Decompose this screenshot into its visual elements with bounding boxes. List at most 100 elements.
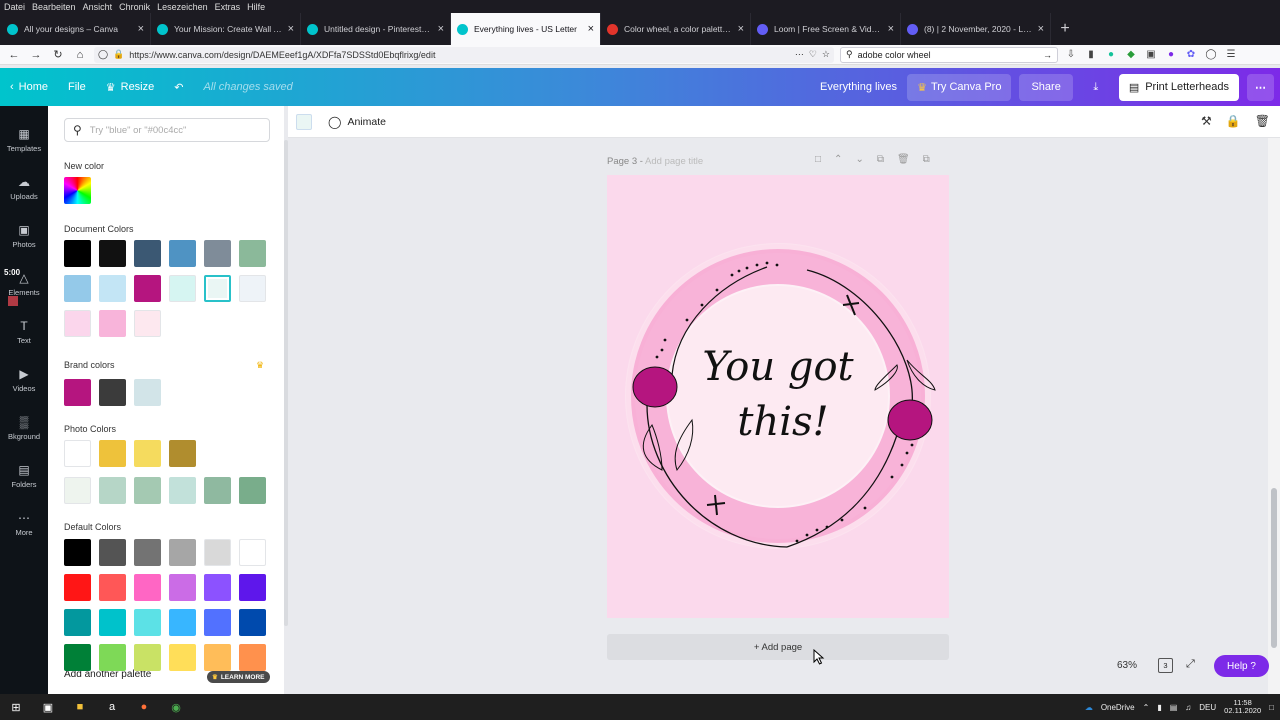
file-menu-button[interactable]: File [58, 68, 96, 106]
browser-tab[interactable]: All your designs – Canva × [1, 13, 151, 45]
browser-tab[interactable]: Color wheel, a color palette ge × [601, 13, 751, 45]
color-swatch[interactable] [64, 275, 91, 302]
extension-loom-icon[interactable]: ✿ [1184, 48, 1198, 62]
tray-expand-icon[interactable]: ⌃ [1143, 703, 1150, 712]
color-swatch[interactable] [169, 574, 196, 601]
extension-shield-icon[interactable]: ◆ [1124, 48, 1138, 62]
color-swatch[interactable] [169, 609, 196, 636]
battery-icon[interactable]: ▮ [1157, 703, 1161, 712]
fullscreen-icon[interactable]: ⤢ [1186, 658, 1195, 671]
color-swatch[interactable] [134, 539, 161, 566]
downloads-icon[interactable]: ⇩ [1064, 48, 1078, 62]
color-swatch[interactable] [99, 379, 126, 406]
design-text-line2[interactable]: this! [737, 399, 828, 445]
design-page[interactable]: You got this! [607, 175, 949, 618]
color-swatch[interactable] [99, 574, 126, 601]
color-swatch[interactable] [99, 477, 126, 504]
forward-icon[interactable]: → [28, 47, 44, 63]
color-swatch[interactable] [239, 644, 266, 671]
rail-item-uploads[interactable]: ☁ Uploads [0, 164, 48, 212]
undo-button[interactable]: ↶ [164, 68, 193, 106]
color-swatch[interactable] [64, 310, 91, 337]
os-menu-item[interactable]: Lesezeichen [157, 2, 208, 12]
animate-button[interactable]: ◯ Animate [328, 115, 386, 129]
chrome-icon[interactable]: ◉ [160, 694, 192, 720]
color-swatch[interactable] [204, 240, 231, 267]
more-options-button[interactable]: ⋯ [1247, 73, 1274, 101]
amazon-icon[interactable]: a [96, 694, 128, 720]
trash-icon[interactable]: 🗑 [1255, 114, 1270, 128]
download-button[interactable]: ⤓ [1081, 74, 1111, 101]
paint-roller-icon[interactable]: ⚒ [1201, 114, 1212, 128]
pocket-icon[interactable]: ♡ [809, 49, 817, 60]
color-search-input[interactable]: ⚲ Try "blue" or "#00c4cc" [64, 118, 270, 142]
onedrive-icon[interactable]: ☁ [1085, 703, 1093, 712]
color-swatch[interactable] [169, 477, 196, 504]
color-swatch[interactable] [204, 275, 231, 302]
delete-page-icon[interactable]: 🗑 [897, 154, 910, 165]
color-swatch[interactable] [169, 644, 196, 671]
os-menu-item[interactable]: Bearbeiten [32, 2, 76, 12]
rail-item-photos[interactable]: ▣ Photos [0, 212, 48, 260]
canvas-area[interactable]: Page 3 - Add page title □ ⌃ ⌄ ⧉ 🗑 ⧉ You … [288, 138, 1268, 694]
page-up-icon[interactable]: ⌃ [834, 154, 842, 165]
rail-item-elements[interactable]: △ Elements [0, 260, 48, 308]
library-icon[interactable]: ▮ [1084, 48, 1098, 62]
back-icon[interactable]: ← [6, 47, 22, 63]
color-swatch[interactable] [64, 240, 91, 267]
rail-item-folders[interactable]: ▤ Folders [0, 452, 48, 500]
os-menu-item[interactable]: Extras [215, 2, 241, 12]
browser-tab[interactable]: (8) | 2 November, 2020 - Loom × [901, 13, 1051, 45]
close-tab-icon[interactable]: × [438, 23, 444, 35]
new-tab-button[interactable]: + [1051, 13, 1079, 45]
browser-tab[interactable]: Untitled design - Pinterest Pin × [301, 13, 451, 45]
os-menu-item[interactable]: Datei [4, 2, 25, 12]
color-swatch[interactable] [239, 539, 266, 566]
rail-item-videos[interactable]: ▶ Videos [0, 356, 48, 404]
close-tab-icon[interactable]: × [138, 23, 144, 35]
background-color-button[interactable] [296, 113, 312, 130]
print-letterheads-button[interactable]: ▤ Print Letterheads [1118, 73, 1239, 101]
color-swatch[interactable] [64, 477, 91, 504]
network-icon[interactable]: ▤ [1170, 703, 1178, 712]
browser-tab[interactable]: Loom | Free Screen & Video Re × [751, 13, 901, 45]
color-swatch[interactable] [169, 240, 196, 267]
learn-more-badge[interactable]: ♛ LEARN MORE [207, 671, 270, 683]
reload-icon[interactable]: ↻ [50, 47, 66, 63]
color-swatch[interactable] [239, 477, 266, 504]
design-title[interactable]: Everything lives [810, 68, 907, 106]
color-swatch[interactable] [204, 644, 231, 671]
rail-item-text[interactable]: T Text [0, 308, 48, 356]
bookmark-star-icon[interactable]: ☆ [822, 49, 830, 60]
help-button[interactable]: Help ? [1214, 655, 1269, 677]
color-swatch[interactable] [134, 644, 161, 671]
add-page-icon[interactable]: ⧉ [923, 154, 930, 165]
close-tab-icon[interactable]: × [738, 23, 744, 35]
color-swatch[interactable] [99, 609, 126, 636]
close-tab-icon[interactable]: × [888, 23, 894, 35]
os-menu-item[interactable]: Hilfe [247, 2, 265, 12]
home-button[interactable]: ‹ Home [0, 68, 58, 106]
design-text-line1[interactable]: You got [702, 344, 854, 390]
browser-tab[interactable]: Your Mission: Create Wall Art f × [151, 13, 301, 45]
extension-box-icon[interactable]: ▣ [1144, 48, 1158, 62]
color-swatch[interactable] [134, 477, 161, 504]
browser-tab[interactable]: Everything lives - US Letter × [451, 13, 601, 45]
page-notes-icon[interactable]: □ [815, 154, 821, 165]
menu-icon[interactable]: ☰ [1224, 48, 1238, 62]
file-explorer-icon[interactable]: ■ [64, 694, 96, 720]
home-icon[interactable]: ⌂ [72, 47, 88, 63]
page-down-icon[interactable]: ⌄ [855, 154, 863, 165]
color-swatch[interactable] [134, 379, 161, 406]
close-tab-icon[interactable]: × [1038, 23, 1044, 35]
color-swatch[interactable] [99, 275, 126, 302]
close-tab-icon[interactable]: × [288, 23, 294, 35]
color-swatch[interactable] [134, 310, 161, 337]
color-swatch[interactable] [134, 440, 161, 467]
color-swatch[interactable] [239, 240, 266, 267]
color-swatch[interactable] [204, 609, 231, 636]
onedrive-label[interactable]: OneDrive [1101, 703, 1135, 712]
language-indicator[interactable]: DEU [1199, 703, 1216, 712]
os-menu-item[interactable]: Chronik [119, 2, 150, 12]
extension-grammarly-icon[interactable]: ● [1104, 48, 1118, 62]
